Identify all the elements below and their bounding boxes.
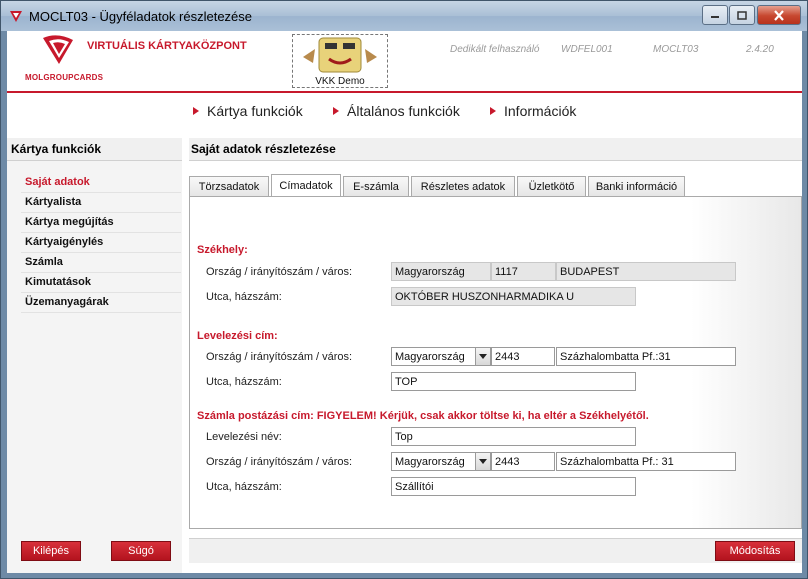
screen-code: MOCLT03 [653, 44, 699, 55]
invoice-country-select[interactable]: Magyarország [391, 452, 491, 471]
triangle-right-icon [490, 107, 496, 115]
tab-address-data[interactable]: Címadatok [271, 174, 341, 196]
nav-general-functions[interactable]: Általános funkciók [333, 103, 460, 119]
invoice-name-input[interactable]: Top [391, 427, 636, 446]
nav-card-functions[interactable]: Kártya funkciók [193, 103, 303, 119]
help-button[interactable]: Súgó [111, 541, 171, 561]
seat-zip-field: 1117 [491, 262, 556, 281]
close-button[interactable] [757, 5, 801, 25]
seat-country-label: Ország / irányítószám / város: [206, 266, 353, 278]
close-icon [774, 9, 784, 21]
app-header: MOLGROUPCARDS VIRTUÁLIS KÁRTYAKÖZPONT VK… [7, 31, 802, 89]
seat-street-label: Utca, házszám: [206, 291, 282, 303]
invoice-street-label: Utca, házszám: [206, 481, 282, 493]
demo-label: VKK Demo [315, 76, 365, 87]
tab-master-data[interactable]: Törzsadatok [189, 176, 269, 196]
invoice-name-label: Levelezési név: [206, 431, 282, 443]
app-version: 2.4.20 [746, 44, 774, 55]
modify-button[interactable]: Módosítás [715, 541, 795, 561]
seat-city-field: BUDAPEST [556, 262, 736, 281]
app-logo-icon [10, 11, 22, 22]
client-area: MOLGROUPCARDS VIRTUÁLIS KÁRTYAKÖZPONT VK… [7, 31, 802, 573]
sidebar-item-reports[interactable]: Kimutatások [21, 273, 181, 293]
title-bar: MOCLT03 - Ügyféladatok részletezése [1, 1, 807, 31]
minimize-icon [711, 16, 719, 18]
application-window: MOCLT03 - Ügyféladatok részletezése MOLG… [0, 0, 808, 579]
sidebar-item-card-list[interactable]: Kártyalista [21, 193, 181, 213]
sidebar: Saját adatok Kártyalista Kártya megújítá… [7, 161, 182, 573]
invoice-street-input[interactable]: Szállítói [391, 477, 636, 496]
page-title: Saját adatok részletezése [191, 142, 336, 156]
seat-section-title: Székhely: [197, 244, 248, 256]
mail-street-input[interactable]: TOP [391, 372, 636, 391]
window-title: MOCLT03 - Ügyféladatok részletezése [29, 9, 253, 24]
sidebar-item-fuel-prices[interactable]: Üzemanyagárak [21, 293, 181, 313]
sidebar-item-invoice[interactable]: Számla [21, 253, 181, 273]
sidebar-item-card-request[interactable]: Kártyaigénylés [21, 233, 181, 253]
chevron-down-icon[interactable] [475, 348, 490, 365]
user-type-label: Dedikált felhasználó [450, 44, 540, 55]
action-bar: Módosítás [189, 538, 802, 563]
company-logo-icon [43, 35, 73, 64]
invoice-city-input[interactable]: Százhalombatta Pf.: 31 [556, 452, 736, 471]
invoice-section-title: Számla postázási cím: FIGYELEM! Kérjük, … [197, 410, 649, 422]
main-header: Saját adatok részletezése [189, 138, 802, 161]
sidebar-item-card-renewal[interactable]: Kártya megújítás [21, 213, 181, 233]
invoice-country-value: Magyarország [395, 456, 465, 468]
nav-label: Információk [504, 103, 577, 119]
nav-label: Kártya funkciók [207, 103, 303, 119]
tab-detailed-data[interactable]: Részletes adatok [411, 176, 515, 196]
exit-button[interactable]: Kilépés [21, 541, 81, 561]
sidebar-header: Kártya funkciók [7, 138, 182, 161]
triangle-right-icon [193, 107, 199, 115]
maximize-button[interactable] [729, 5, 755, 25]
mail-street-label: Utca, házszám: [206, 376, 282, 388]
tab-sales-agent[interactable]: Üzletkötő [517, 176, 586, 196]
maximize-icon [737, 10, 747, 20]
tab-bank-info[interactable]: Banki információ [588, 176, 685, 196]
chevron-down-icon[interactable] [475, 453, 490, 470]
sidebar-title: Kártya funkciók [11, 142, 102, 156]
minimize-button[interactable] [702, 5, 728, 25]
demo-badge: VKK Demo [292, 34, 388, 88]
nav-label: Általános funkciók [347, 103, 460, 119]
mail-zip-input[interactable]: 2443 [491, 347, 555, 366]
nav-information[interactable]: Információk [490, 103, 576, 119]
mascot-card-icon [303, 37, 377, 73]
invoice-zip-input[interactable]: 2443 [491, 452, 555, 471]
company-name: MOLGROUPCARDS [25, 73, 104, 82]
tab-e-invoice[interactable]: E-számla [343, 176, 409, 196]
seat-country-field: Magyarország [391, 262, 491, 281]
mail-country-value: Magyarország [395, 351, 465, 363]
app-name: VIRTUÁLIS KÁRTYAKÖZPONT [87, 40, 247, 52]
mail-country-select[interactable]: Magyarország [391, 347, 491, 366]
user-id: WDFEL001 [561, 44, 613, 55]
mail-city-input[interactable]: Százhalombatta Pf.:31 [556, 347, 736, 366]
triangle-right-icon [333, 107, 339, 115]
top-navigation: Kártya funkciók Általános funkciók Infor… [7, 93, 802, 131]
seat-street-field: OKTÓBER HUSZONHARMADIKA U [391, 287, 636, 306]
address-panel: Székhely: Ország / irányítószám / város:… [189, 196, 802, 529]
invoice-country-label: Ország / irányítószám / város: [206, 456, 353, 468]
mail-section-title: Levelezési cím: [197, 330, 278, 342]
mail-country-label: Ország / irányítószám / város: [206, 351, 353, 363]
sidebar-item-own-data[interactable]: Saját adatok [21, 173, 181, 193]
tab-bar: Törzsadatok Címadatok E-számla Részletes… [189, 174, 802, 196]
